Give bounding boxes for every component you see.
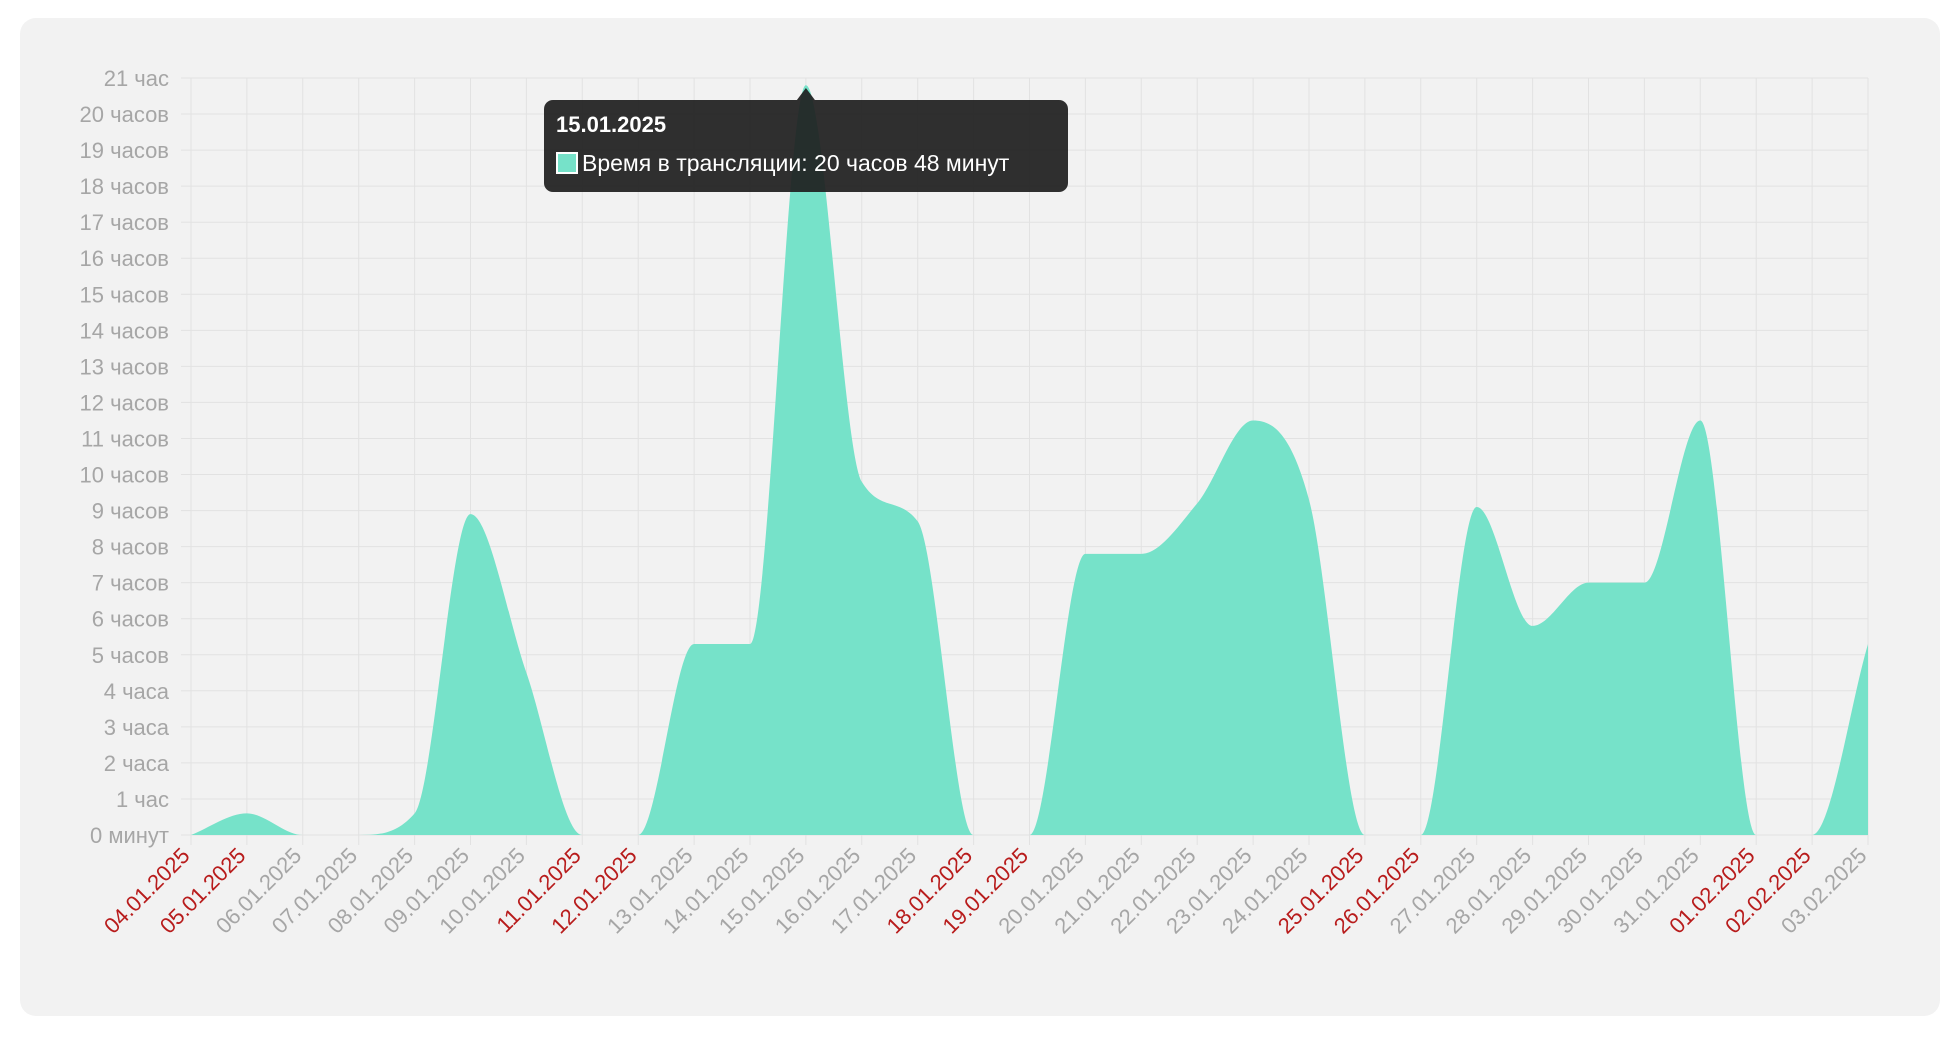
- y-tick-label: 20 часов: [80, 102, 169, 127]
- tooltip-label: Время в трансляции: 20 часов 48 минут: [582, 150, 1010, 176]
- data-point: [1249, 416, 1257, 424]
- data-point: [187, 831, 195, 839]
- y-tick-label: 4 часа: [104, 679, 170, 704]
- data-point: [299, 831, 307, 839]
- data-point: [411, 809, 419, 817]
- y-tick-label: 1 час: [116, 787, 169, 812]
- y-tick-label: 13 часов: [80, 354, 169, 379]
- data-point: [578, 831, 586, 839]
- tooltip-caret: [796, 88, 815, 100]
- data-point: [1137, 550, 1145, 558]
- data-point: [1193, 499, 1201, 507]
- y-tick-label: 5 часов: [92, 643, 169, 668]
- data-point: [1808, 831, 1816, 839]
- data-point: [914, 517, 922, 525]
- data-point: [1864, 640, 1872, 648]
- y-tick-label: 17 часов: [80, 210, 169, 235]
- data-point: [467, 510, 475, 518]
- y-tick-label: 19 часов: [80, 138, 169, 163]
- y-tick-label: 2 часа: [104, 751, 170, 776]
- data-point: [1640, 579, 1648, 587]
- data-point: [1585, 579, 1593, 587]
- y-tick-label: 0 минут: [90, 823, 169, 848]
- data-point: [1696, 416, 1704, 424]
- data-point: [243, 809, 251, 817]
- tooltip-title: 15.01.2025: [556, 112, 667, 137]
- data-point: [1417, 831, 1425, 839]
- data-point: [746, 640, 754, 648]
- data-point: [634, 831, 642, 839]
- y-tick-label: 21 час: [104, 66, 169, 91]
- data-point: [858, 478, 866, 486]
- data-point: [1361, 831, 1369, 839]
- data-point: [1081, 550, 1089, 558]
- data-point: [1473, 503, 1481, 511]
- data-point: [970, 831, 978, 839]
- data-point: [355, 831, 363, 839]
- data-point: [690, 640, 698, 648]
- y-tick-label: 11 часов: [81, 426, 169, 451]
- y-tick-label: 18 часов: [80, 174, 169, 199]
- data-point: [522, 669, 530, 677]
- data-point: [1752, 831, 1760, 839]
- y-tick-label: 16 часов: [80, 246, 169, 271]
- data-point: [1529, 622, 1537, 630]
- y-tick-label: 10 часов: [80, 463, 169, 488]
- y-tick-label: 3 часа: [104, 715, 170, 740]
- data-point: [1026, 831, 1034, 839]
- data-point: [1305, 496, 1313, 504]
- y-tick-label: 6 часов: [92, 607, 169, 632]
- y-tick-label: 12 часов: [80, 390, 169, 415]
- y-tick-label: 8 часов: [92, 535, 169, 560]
- y-tick-label: 7 часов: [92, 571, 169, 596]
- tooltip-color-swatch: [556, 152, 578, 174]
- y-tick-label: 14 часов: [80, 318, 169, 343]
- chart-tooltip: 15.01.2025 Время в трансляции: 20 часов …: [544, 100, 1068, 192]
- y-tick-label: 9 часов: [92, 499, 169, 524]
- y-tick-label: 15 часов: [80, 282, 169, 307]
